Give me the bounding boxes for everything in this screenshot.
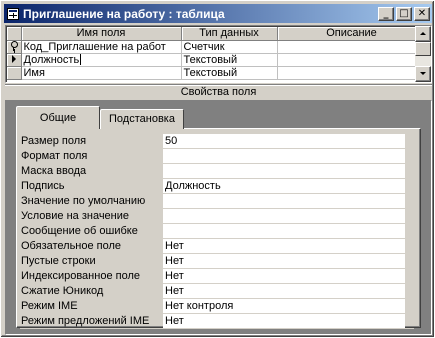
scroll-down-button[interactable] [415,66,431,82]
property-value[interactable]: Нет контроля [163,299,405,314]
property-label: Маска ввода [21,165,87,177]
row-selector-header[interactable] [7,27,22,41]
property-row: Подпись Должность [20,179,414,194]
property-label: Обязательное поле [21,240,122,252]
title-bar[interactable]: Приглашение на работу : таблица _ □ ✕ [4,4,432,23]
close-button[interactable]: ✕ [414,6,430,21]
column-header-data-type[interactable]: Тип данных [181,27,278,41]
property-value[interactable] [163,149,405,164]
window-title: Приглашение на работу : таблица [23,6,225,21]
property-row: Обязательное поле Нет [20,239,414,254]
property-row: Размер поля 50 [20,134,414,149]
field-grid: Имя поля Тип данных Описание Код_Приглаш… [5,25,432,83]
property-label: Режим предложений IME [21,315,150,327]
text-cursor [80,53,82,65]
minimize-button[interactable]: _ [378,6,394,21]
field-name-cell[interactable]: Имя [21,66,182,80]
property-label: Пустые строки [21,255,96,267]
data-type-cell[interactable]: Текстовый [181,53,278,67]
field-name-cell[interactable]: Код_Приглашение на работ [21,40,182,54]
key-icon [10,40,18,51]
scroll-thumb[interactable] [415,42,431,56]
arrow-down-icon [420,72,426,75]
property-row: Условие на значение [20,209,414,224]
row-selector[interactable] [7,66,22,80]
general-tab-page: Размер поля 50 Формат поля Маска ввода По… [16,128,421,329]
property-label: Подпись [21,180,65,192]
property-value[interactable]: Нет [163,254,405,269]
row-selector[interactable] [7,53,22,67]
vertical-scrollbar[interactable] [415,26,431,82]
property-label: Значение по умолчанию [21,195,146,207]
property-label: Сообщение об ошибке [21,225,138,237]
field-name-cell[interactable]: Должность [21,53,182,67]
property-value[interactable]: Должность [163,179,405,194]
property-label: Формат поля [21,150,88,162]
property-label: Режим IME [21,300,78,312]
property-value[interactable]: Нет [163,239,405,254]
property-label: Размер поля [21,135,87,147]
table-icon [7,7,19,20]
property-value[interactable]: Нет [163,284,405,299]
property-row: Сжатие Юникод Нет [20,284,414,299]
property-value[interactable] [163,209,405,224]
tab-lookup[interactable]: Подстановка [100,109,184,129]
table-row[interactable]: Код_Приглашение на работ Счетчик [7,40,427,54]
property-row: Режим IME Нет контроля [20,299,414,314]
field-name-text: Должность [23,53,80,66]
grid-header-row: Имя поля Тип данных Описание [7,27,427,41]
table-row[interactable]: Должность Текстовый [7,53,427,67]
row-selector[interactable] [7,40,22,54]
property-value[interactable] [163,164,405,179]
maximize-button[interactable]: □ [396,6,412,21]
property-row: Сообщение об ошибке [20,224,414,239]
arrow-up-icon [420,32,426,35]
data-type-cell[interactable]: Счетчик [181,40,278,54]
field-properties-title: Свойства поля [180,86,257,98]
table-design-window: Приглашение на работу : таблица _ □ ✕ Им… [0,0,435,338]
field-properties-panel: Общие Подстановка Размер поля 50 Формат п… [5,100,432,335]
description-cell[interactable] [277,66,427,80]
property-label: Сжатие Юникод [21,285,104,297]
column-header-field-name[interactable]: Имя поля [21,27,182,41]
property-label: Индексированное поле [21,270,140,282]
property-value[interactable]: Нет [163,269,405,284]
data-type-cell[interactable]: Текстовый [181,66,278,80]
property-row: Маска ввода [20,164,414,179]
property-row: Режим предложений IME Нет [20,314,414,329]
property-value[interactable]: Нет [163,314,405,329]
tab-general[interactable]: Общие [16,106,100,129]
property-value[interactable]: 50 [163,134,405,149]
property-value[interactable] [163,224,405,239]
description-cell[interactable] [277,40,427,54]
property-value[interactable] [163,194,405,209]
property-row: Индексированное поле Нет [20,269,414,284]
scroll-up-button[interactable] [415,26,431,42]
property-label: Условие на значение [21,210,130,222]
description-cell[interactable] [277,53,427,67]
table-row[interactable]: Имя Текстовый [7,66,427,80]
property-row: Пустые строки Нет [20,254,414,269]
column-header-description[interactable]: Описание [277,27,427,41]
current-row-arrow-icon [11,54,16,63]
property-row: Формат поля [20,149,414,164]
property-row: Значение по умолчанию [20,194,414,209]
